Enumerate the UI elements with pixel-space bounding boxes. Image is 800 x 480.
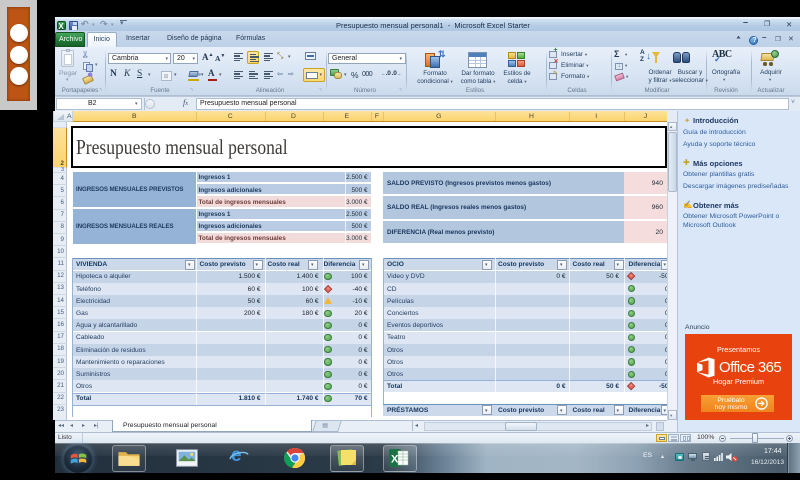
svg-text:X: X	[391, 454, 399, 466]
